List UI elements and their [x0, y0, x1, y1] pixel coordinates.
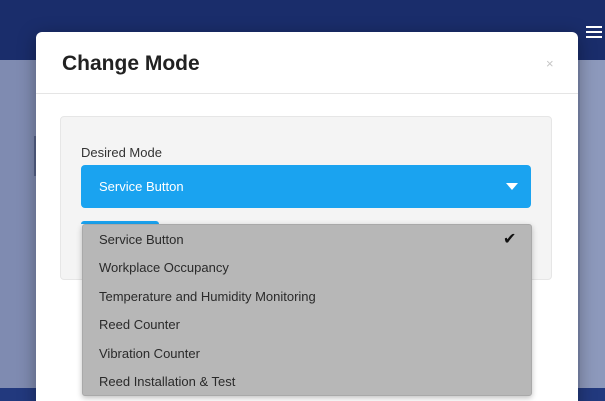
dropdown-option-vibration-counter[interactable]: Vibration Counter	[83, 339, 531, 367]
modal-header: Change Mode ×	[36, 32, 578, 94]
chevron-down-icon	[506, 183, 518, 190]
dropdown-option-service-button[interactable]: Service Button ✔	[83, 225, 531, 253]
desired-mode-label: Desired Mode	[81, 145, 162, 160]
option-label: Temperature and Humidity Monitoring	[99, 289, 316, 304]
check-icon: ✔	[503, 231, 517, 248]
hamburger-menu-icon	[586, 26, 602, 38]
option-label: Reed Installation & Test	[99, 374, 236, 389]
option-label: Service Button	[99, 232, 184, 247]
dropdown-option-workplace-occupancy[interactable]: Workplace Occupancy	[83, 253, 531, 281]
selected-mode-value: Service Button	[99, 179, 184, 194]
close-icon[interactable]: ×	[546, 56, 554, 71]
mode-dropdown-menu: Service Button ✔ Workplace Occupancy Tem…	[82, 224, 532, 396]
option-label: Reed Counter	[99, 317, 180, 332]
app-right-strip	[580, 60, 605, 401]
dropdown-option-reed-installation-test[interactable]: Reed Installation & Test	[83, 367, 531, 395]
dropdown-option-reed-counter[interactable]: Reed Counter	[83, 310, 531, 338]
dropdown-option-temperature-humidity[interactable]: Temperature and Humidity Monitoring	[83, 282, 531, 310]
option-label: Workplace Occupancy	[99, 260, 229, 275]
option-label: Vibration Counter	[99, 346, 200, 361]
modal-title: Change Mode	[62, 52, 200, 75]
desired-mode-select[interactable]: Service Button	[81, 165, 531, 208]
